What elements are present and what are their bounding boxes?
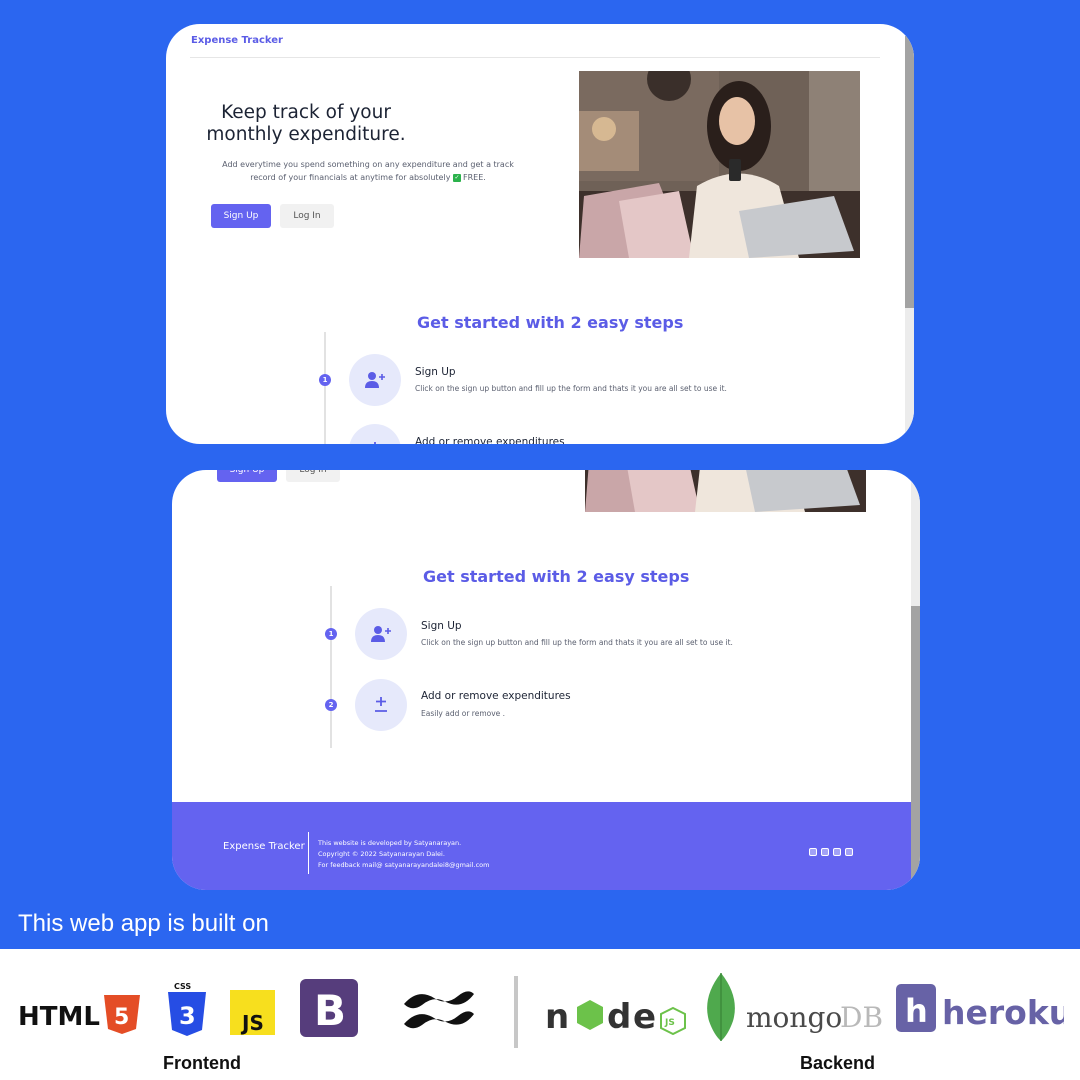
heroku-icon: h heroku [896,984,1072,1032]
footer-social-links [809,848,853,856]
timeline-line [330,586,332,748]
user-plus-icon [365,372,385,388]
step-icon-circle [355,608,407,660]
instagram-icon[interactable] [845,848,853,856]
step-icon-circle [349,424,401,444]
step-description: Easily add or remove . [421,709,506,718]
hero-description-free: FREE. [462,173,486,182]
navbar-brand[interactable]: Expense Tracker [191,35,283,46]
footer-divider [308,832,309,874]
plus-minus-icon [375,697,387,712]
step-number: 1 [319,374,331,386]
screenshot-top: Expense Tracker Keep track of your month… [166,24,914,444]
mongodb-text-a: mongo [746,1001,842,1034]
login-button[interactable]: Log In [286,470,340,482]
hero-photo-illustration [585,470,866,512]
heroku-logo: h heroku [896,984,1072,1038]
javascript-icon: JS [230,990,275,1035]
login-button[interactable]: Log In [280,204,334,228]
twitter-icon[interactable] [821,848,829,856]
javascript-logo: JS [230,990,275,1039]
css3-logo: CSS 3 [166,980,208,1042]
scrollbar-thumb[interactable] [911,606,920,890]
step-number: 1 [325,628,337,640]
timeline-line [324,332,326,444]
nodejs-logo: n d e JS [545,990,690,1039]
nodejs-badge: JS [664,1018,675,1028]
hero-description: Add everytime you spend something on any… [210,158,526,184]
mongodb-logo: mongo DB [704,971,888,1047]
hero-photo [585,470,866,512]
check-icon: ✓ [452,173,461,182]
step-description: Click on the sign up button and fill up … [415,384,727,393]
html5-text: HTML [18,1002,100,1032]
bootstrap-logo: B [300,979,358,1041]
scrollbar[interactable] [905,24,914,444]
linkedin-icon[interactable] [809,848,817,856]
step-number: 2 [325,699,337,711]
css3-badge: 3 [179,1002,196,1030]
plus-minus-icon [374,442,376,444]
footer-brand[interactable]: Expense Tracker [223,841,305,852]
screenshot-bottom: Sign Up Log In Get started with 2 easy s… [172,470,920,890]
tech-divider [514,976,518,1048]
html5-badge: 5 [114,1005,129,1030]
hero-photo-illustration [579,71,860,258]
nodejs-text-n: n [545,997,569,1035]
steps-title: Get started with 2 easy steps [417,313,684,332]
bootstrap-text: B [314,986,346,1035]
step-title: Add or remove expenditures [421,690,571,702]
heroku-text: heroku [942,993,1064,1032]
footer-developer: This website is developed by Satyanaraya… [318,839,462,847]
hero-photo [579,71,860,258]
nodejs-text-d: d [607,997,631,1035]
css3-text: CSS [174,982,191,991]
footer-copyright: Copyright © 2022 Satyanarayan Dalei. [318,850,445,858]
github-icon[interactable] [833,848,841,856]
mongodb-icon: mongo DB [707,973,883,1041]
step-title: Add or remove expenditures [415,436,565,444]
step-description: Click on the sign up button and fill up … [421,638,733,647]
backend-label: Backend [800,1053,876,1073]
css3-icon: CSS 3 [168,982,206,1036]
footer: Expense Tracker This website is develope… [172,802,911,890]
nodejs-icon: n d e JS [545,997,686,1037]
scrollbar[interactable] [911,470,920,890]
heroku-badge: h [905,992,928,1030]
signup-button[interactable]: Sign Up [217,470,277,482]
step-title: Sign Up [415,366,456,378]
hero-title: Keep track of your monthly expenditure. [206,102,406,145]
footer-feedback[interactable]: For feedback mail@ satyanarayandalei8@gm… [318,860,489,871]
built-on-heading: This web app is built on [18,910,269,937]
html5-icon: HTML 5 [18,995,140,1034]
steps-title: Get started with 2 easy steps [423,567,690,586]
mongodb-text-b: DB [840,1001,883,1034]
step-icon-circle [349,354,401,406]
navbar-divider [190,57,880,58]
tailwind-logo [400,984,478,1038]
footer-info: This website is developed by Satyanaraya… [318,838,489,871]
html5-logo: HTML 5 [18,993,142,1039]
step-icon-circle [355,679,407,731]
frontend-label: Frontend [163,1053,241,1073]
tailwind-icon [404,991,474,1029]
scrollbar-thumb[interactable] [905,36,914,308]
bootstrap-icon: B [300,979,358,1037]
step-title: Sign Up [421,620,462,632]
signup-button[interactable]: Sign Up [211,204,271,228]
user-plus-icon [371,626,391,642]
nodejs-text-e: e [633,997,656,1035]
javascript-text: JS [240,1011,264,1035]
